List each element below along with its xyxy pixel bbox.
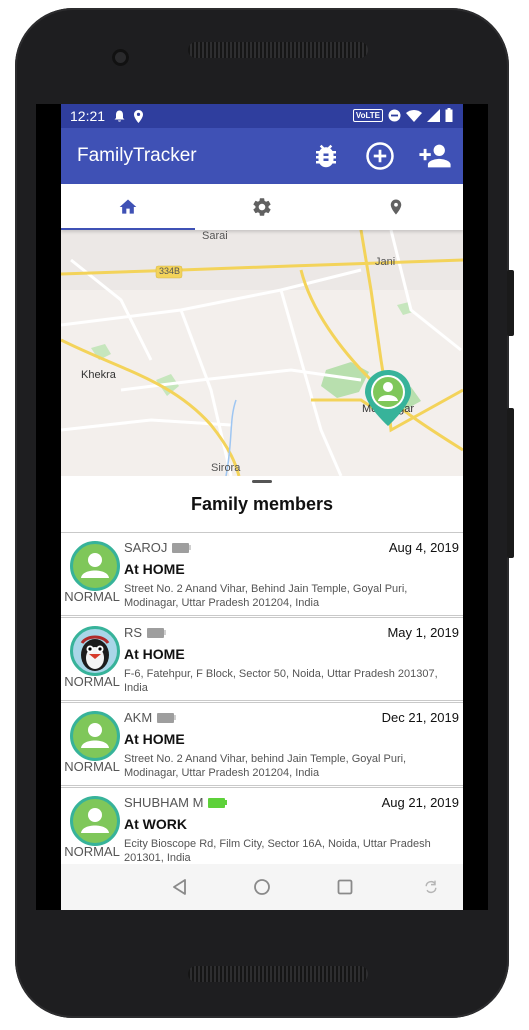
map-label-sarai: Sarai bbox=[202, 230, 228, 242]
member-state: NORMAL bbox=[64, 674, 120, 689]
notification-bell-icon bbox=[114, 110, 125, 122]
gear-icon bbox=[253, 198, 271, 216]
map-roads bbox=[61, 230, 463, 476]
member-name: SHUBHAM M bbox=[124, 795, 204, 810]
map-label-road: 334B bbox=[159, 266, 181, 276]
map-member-marker[interactable] bbox=[363, 368, 413, 428]
member-place: At WORK bbox=[124, 816, 187, 832]
person-avatar-icon bbox=[81, 553, 109, 578]
person-avatar-icon bbox=[81, 723, 109, 748]
map-label-sirora: Sirora bbox=[211, 462, 241, 474]
member-state: NORMAL bbox=[64, 759, 120, 774]
member-address: Ecity Bioscope Rd, Film City, Sector 16A… bbox=[124, 838, 431, 864]
avatar bbox=[70, 541, 120, 591]
status-time: 12:21 bbox=[70, 108, 106, 124]
tab-indicator bbox=[61, 228, 195, 230]
member-name: AKM bbox=[124, 710, 153, 725]
member-state: NORMAL bbox=[64, 589, 120, 604]
signal-icon bbox=[427, 108, 440, 122]
tab-home[interactable] bbox=[61, 184, 195, 230]
map-view[interactable]: Sarai 334B Jani Khekra Modinagar Sirora bbox=[61, 230, 463, 476]
add-circle-icon[interactable] bbox=[365, 141, 395, 171]
app-screen: 12:21 VoLTE FamilyTracker Sarai 334B Jan… bbox=[61, 104, 463, 910]
battery-status-icon bbox=[445, 108, 453, 122]
sheet-title: Family members bbox=[190, 494, 334, 514]
home-circle-icon[interactable] bbox=[252, 877, 272, 897]
rotate-icon[interactable] bbox=[423, 879, 439, 895]
volume-button[interactable] bbox=[507, 408, 514, 558]
battery-low-icon bbox=[147, 627, 167, 638]
home-icon bbox=[119, 199, 137, 214]
bug-icon[interactable] bbox=[311, 141, 341, 171]
member-name: SAROJ bbox=[124, 540, 168, 555]
battery-low-icon bbox=[157, 712, 177, 723]
battery-full-icon bbox=[208, 797, 228, 808]
avatar bbox=[70, 796, 120, 846]
members-list: NORMAL SAROJ Aug 4, 2019 At HOME Street … bbox=[61, 532, 463, 872]
member-date: Aug 21, 2019 bbox=[381, 795, 459, 810]
member-place: At HOME bbox=[124, 731, 185, 747]
list-item[interactable]: NORMAL AKM Dec 21, 2019 At HOME Street N… bbox=[61, 702, 463, 786]
list-item[interactable]: NORMAL SHUBHAM M Aug 21, 2019 At WORK Ec… bbox=[61, 787, 463, 871]
member-date: Dec 21, 2019 bbox=[381, 710, 459, 725]
list-item[interactable]: NORMAL SAROJ Aug 4, 2019 At HOME Street … bbox=[61, 532, 463, 616]
person-avatar-icon bbox=[81, 808, 109, 833]
map-label-jani: Jani bbox=[375, 256, 396, 268]
location-pin-icon bbox=[390, 199, 402, 215]
power-button[interactable] bbox=[507, 270, 514, 336]
member-date: May 1, 2019 bbox=[387, 625, 459, 640]
person-add-icon[interactable] bbox=[418, 139, 452, 173]
penguin-avatar-icon bbox=[80, 635, 110, 671]
tab-bar bbox=[61, 184, 463, 230]
tab-settings[interactable] bbox=[195, 184, 329, 230]
status-bar: 12:21 VoLTE bbox=[61, 104, 463, 128]
app-title: FamilyTracker bbox=[77, 145, 197, 166]
member-state: NORMAL bbox=[64, 844, 120, 859]
tab-places[interactable] bbox=[329, 184, 463, 230]
back-icon[interactable] bbox=[170, 877, 190, 897]
family-members-sheet: Family members NORMAL SAROJ Aug 4, 2019 … bbox=[61, 476, 463, 910]
member-address: F-6, Fatehpur, F Block, Sector 50, Noida… bbox=[124, 668, 438, 694]
top-speaker bbox=[188, 42, 368, 58]
member-place: At HOME bbox=[124, 646, 185, 662]
bottom-speaker bbox=[188, 966, 368, 982]
app-toolbar: FamilyTracker bbox=[61, 128, 463, 184]
recents-icon[interactable] bbox=[335, 877, 355, 897]
location-status-icon bbox=[134, 109, 144, 123]
do-not-disturb-icon bbox=[388, 109, 401, 121]
avatar bbox=[70, 711, 120, 761]
volte-badge: VoLTE bbox=[352, 108, 383, 122]
wifi-icon bbox=[406, 109, 422, 122]
sheet-drag-handle[interactable] bbox=[252, 480, 272, 483]
member-place: At HOME bbox=[124, 561, 185, 577]
member-date: Aug 4, 2019 bbox=[388, 540, 459, 555]
avatar bbox=[70, 626, 120, 676]
battery-low-icon bbox=[172, 542, 192, 553]
list-item[interactable]: NORMAL RS May 1, 2019 At HOME F-6, Fateh… bbox=[61, 617, 463, 701]
system-nav-bar bbox=[61, 864, 463, 910]
member-address: Street No. 2 Anand Vihar, Behind Jain Te… bbox=[124, 583, 408, 609]
front-camera bbox=[112, 49, 129, 66]
member-name: RS bbox=[124, 625, 143, 640]
map-label-khekra: Khekra bbox=[81, 369, 116, 381]
member-address: Street No. 2 Anand Vihar, behind Jain Te… bbox=[124, 753, 407, 779]
